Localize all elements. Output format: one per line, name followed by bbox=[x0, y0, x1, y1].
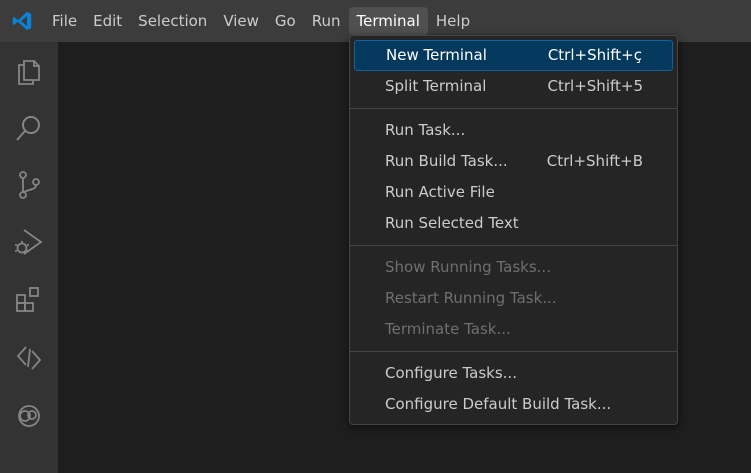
menu-item-label: New Terminal bbox=[386, 46, 487, 64]
menu-selection[interactable]: Selection bbox=[130, 7, 215, 35]
search-icon[interactable] bbox=[0, 99, 58, 157]
terminal-menu-dropdown: New Terminal Ctrl+Shift+ç Split Terminal… bbox=[349, 35, 678, 425]
menu-separator bbox=[350, 245, 677, 246]
menu-item-label: Restart Running Task... bbox=[385, 289, 557, 307]
menu-file[interactable]: File bbox=[44, 7, 85, 35]
menu-item-show-running-tasks: Show Running Tasks... bbox=[354, 252, 673, 283]
run-debug-icon[interactable] bbox=[0, 213, 58, 271]
menu-item-configure-default-build-task[interactable]: Configure Default Build Task... bbox=[354, 389, 673, 420]
menu-item-new-terminal[interactable]: New Terminal Ctrl+Shift+ç bbox=[354, 40, 673, 71]
menu-item-split-terminal[interactable]: Split Terminal Ctrl+Shift+5 bbox=[354, 71, 673, 102]
menu-separator bbox=[350, 351, 677, 352]
source-control-icon[interactable] bbox=[0, 156, 58, 214]
menu-help[interactable]: Help bbox=[428, 7, 478, 35]
menu-item-configure-tasks[interactable]: Configure Tasks... bbox=[354, 358, 673, 389]
menu-view[interactable]: View bbox=[215, 7, 267, 35]
extensions-icon[interactable] bbox=[0, 271, 58, 329]
menu-item-label: Configure Default Build Task... bbox=[385, 395, 612, 413]
menu-separator bbox=[350, 108, 677, 109]
menu-terminal[interactable]: Terminal bbox=[348, 7, 428, 35]
activity-bar bbox=[0, 42, 58, 473]
vscode-icon[interactable] bbox=[0, 0, 44, 42]
menu-item-run-build-task[interactable]: Run Build Task... Ctrl+Shift+B bbox=[354, 146, 673, 177]
menu-item-label: Configure Tasks... bbox=[385, 364, 517, 382]
menu-item-terminate-task: Terminate Task... bbox=[354, 314, 673, 345]
menu-item-restart-running-task: Restart Running Task... bbox=[354, 283, 673, 314]
menu-item-label: Run Selected Text bbox=[385, 214, 519, 232]
menu-item-label: Run Active File bbox=[385, 183, 495, 201]
menu-item-label: Split Terminal bbox=[385, 77, 487, 95]
menu-item-run-active-file[interactable]: Run Active File bbox=[354, 177, 673, 208]
menu-item-label: Terminate Task... bbox=[385, 320, 511, 338]
menu-item-shortcut: Ctrl+Shift+5 bbox=[547, 77, 643, 95]
explorer-icon[interactable] bbox=[0, 42, 58, 100]
menu-item-label: Run Task... bbox=[385, 121, 466, 139]
menu-item-label: Show Running Tasks... bbox=[385, 258, 551, 276]
menu-go[interactable]: Go bbox=[267, 7, 304, 35]
menu-edit[interactable]: Edit bbox=[85, 7, 130, 35]
menu-item-shortcut: Ctrl+Shift+B bbox=[546, 152, 643, 170]
menu-item-shortcut: Ctrl+Shift+ç bbox=[547, 46, 642, 64]
menu-item-run-selected-text[interactable]: Run Selected Text bbox=[354, 208, 673, 239]
copilot-icon[interactable] bbox=[0, 387, 58, 445]
menu-run[interactable]: Run bbox=[304, 7, 349, 35]
menu-item-run-task[interactable]: Run Task... bbox=[354, 115, 673, 146]
remote-icon[interactable] bbox=[0, 329, 58, 387]
menu-item-label: Run Build Task... bbox=[385, 152, 508, 170]
